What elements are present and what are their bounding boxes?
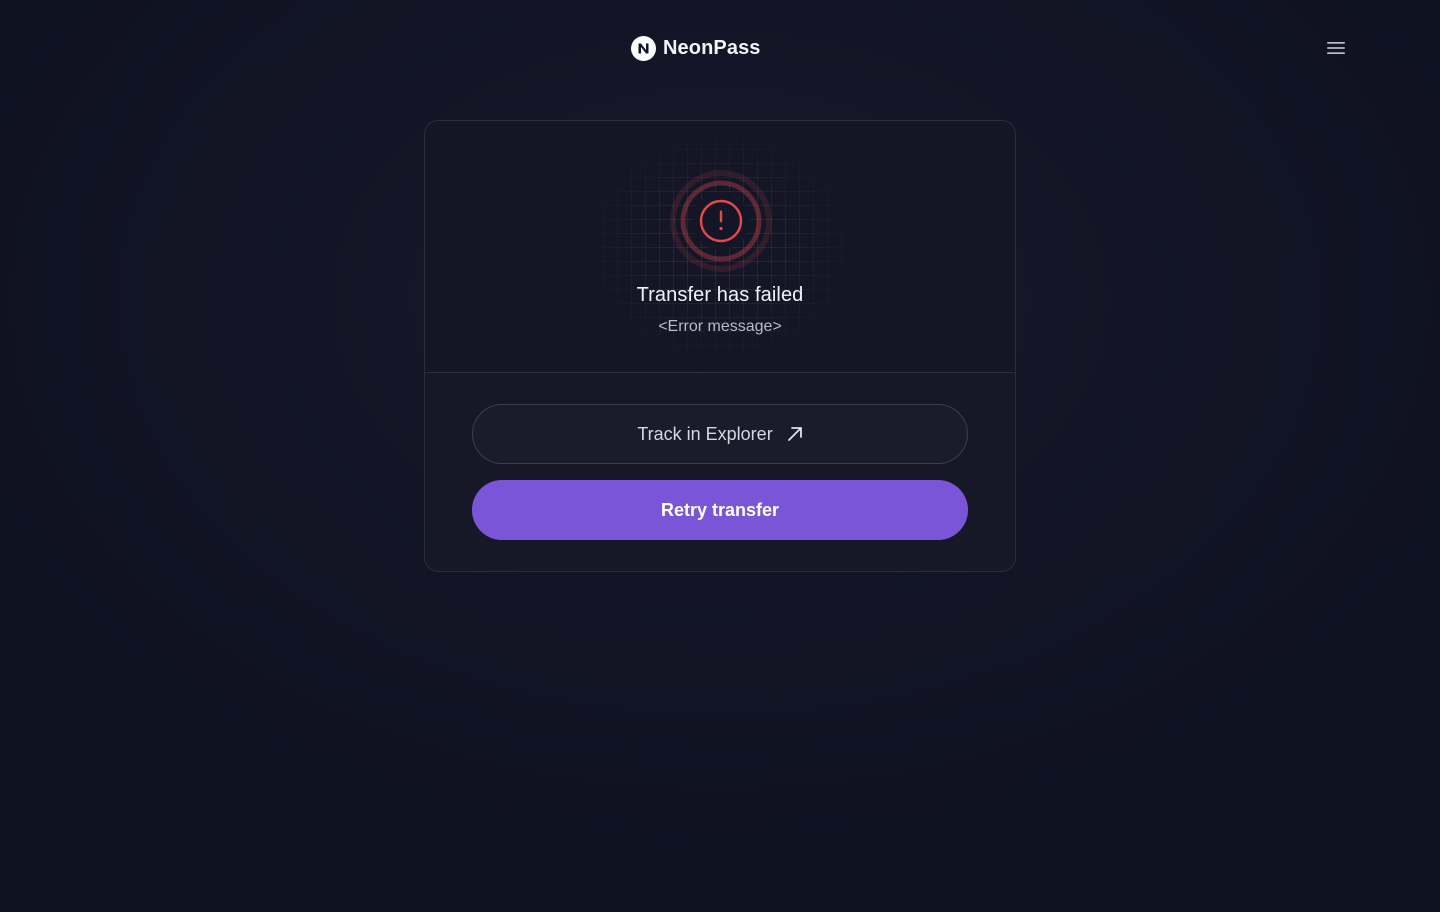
- status-panel: Transfer has failed <Error message>: [425, 121, 1015, 373]
- retry-transfer-button[interactable]: Retry transfer: [472, 480, 968, 540]
- app-header: NeonPass: [0, 0, 1440, 96]
- alert-circle-icon: [670, 170, 772, 272]
- arrow-up-right-icon: [787, 427, 802, 441]
- track-in-explorer-button[interactable]: Track in Explorer: [472, 404, 968, 464]
- error-message: <Error message>: [658, 318, 782, 335]
- transfer-status-card: Transfer has failed <Error message> Trac…: [424, 120, 1016, 572]
- brand-name: NeonPass: [663, 36, 761, 59]
- retry-transfer-label: Retry transfer: [660, 499, 780, 520]
- hamburger-menu-icon: [1327, 42, 1345, 54]
- neonpass-logo-icon: [631, 35, 656, 61]
- menu-button[interactable]: [1322, 34, 1350, 62]
- brand-logo[interactable]: NeonPass: [631, 35, 761, 61]
- track-in-explorer-label: Track in Explorer: [637, 423, 773, 444]
- status-title: Transfer has failed: [636, 284, 804, 306]
